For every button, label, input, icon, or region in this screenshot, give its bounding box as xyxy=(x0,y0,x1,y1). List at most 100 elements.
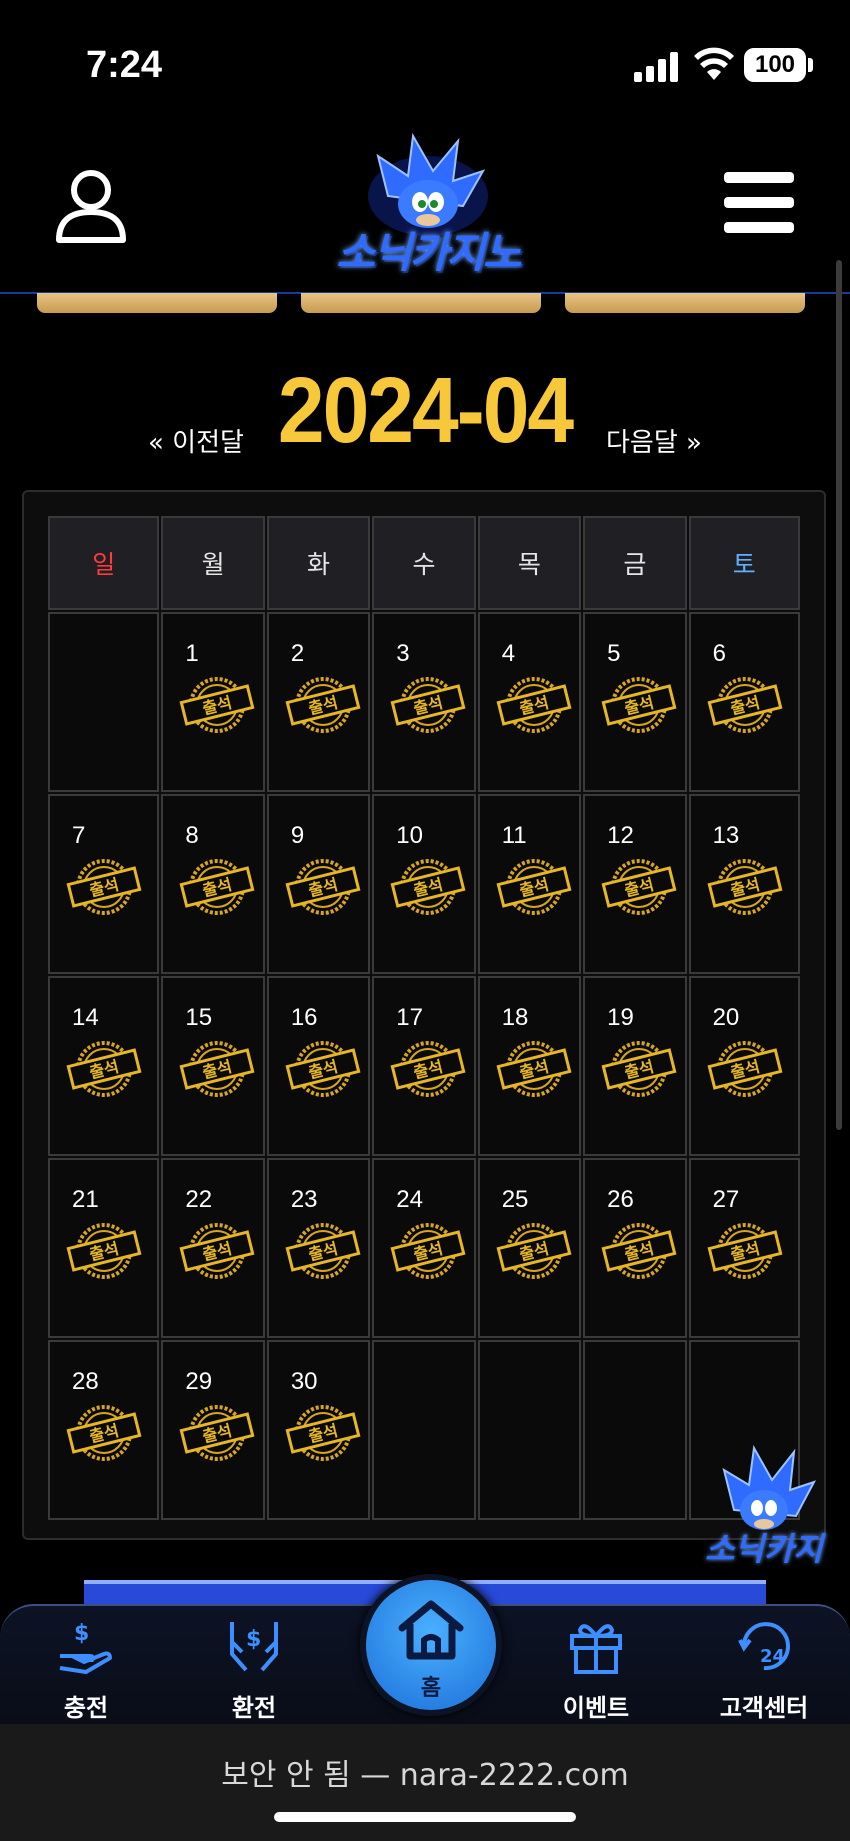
calendar-day-13[interactable]: 13 출석 xyxy=(688,794,800,974)
calendar-day-empty xyxy=(583,1340,687,1520)
calendar-day-29[interactable]: 29 출석 xyxy=(161,1340,265,1520)
calendar-day-8[interactable]: 8 출석 xyxy=(161,794,265,974)
calendar-week-row: 28 출석 29 출석 30 출석 xyxy=(48,1340,802,1520)
calendar-day-24[interactable]: 24 출석 xyxy=(372,1158,476,1338)
gift-icon xyxy=(570,1624,622,1674)
day-number: 11 xyxy=(501,822,527,849)
top-tab-1[interactable] xyxy=(37,293,277,313)
nav-home-button[interactable]: 홈 xyxy=(360,1574,502,1716)
calendar-day-11[interactable]: 11 출석 xyxy=(477,794,582,974)
calendar-day-2[interactable]: 2 출석 xyxy=(266,612,371,792)
attendance-stamp-icon: 출석 xyxy=(601,1223,677,1279)
calendar-day-23[interactable]: 23 출석 xyxy=(266,1158,371,1338)
calendar-day-30[interactable]: 30 출석 xyxy=(266,1340,371,1520)
calendar-day-16[interactable]: 16 출석 xyxy=(266,976,371,1156)
nav-deposit[interactable]: $ 충전 xyxy=(16,1606,156,1726)
attendance-stamp-icon: 출석 xyxy=(390,677,466,733)
calendar-week-row: 1 출석 2 출석 3 출석 4 출석 5 출석 6 출석 xyxy=(48,612,802,792)
attendance-stamp-icon: 출석 xyxy=(285,677,361,733)
attendance-stamp-icon: 출석 xyxy=(707,677,783,733)
calendar-day-18[interactable]: 18 출석 xyxy=(477,976,582,1156)
support-24-icon: 24 xyxy=(738,1622,790,1671)
day-number: 22 xyxy=(185,1186,213,1213)
logo-text: 소닉카지노 xyxy=(336,228,521,277)
attendance-stamp-icon: 출석 xyxy=(707,859,783,915)
nav-withdraw[interactable]: $ 환전 xyxy=(184,1606,324,1726)
deposit-hand-icon: $ xyxy=(59,1621,112,1674)
battery-icon: 100 xyxy=(744,48,806,82)
attendance-stamp-icon: 출석 xyxy=(285,1041,361,1097)
day-number: 13 xyxy=(712,822,740,849)
weekday-4: 목 xyxy=(477,516,582,610)
calendar-day-22[interactable]: 22 출석 xyxy=(161,1158,265,1338)
calendar-day-27[interactable]: 27 출석 xyxy=(688,1158,800,1338)
weekday-3: 수 xyxy=(372,516,476,610)
calendar-day-19[interactable]: 19 출석 xyxy=(583,976,687,1156)
calendar-day-7[interactable]: 7 출석 xyxy=(48,794,160,974)
calendar-day-6[interactable]: 6 출석 xyxy=(688,612,800,792)
day-number: 28 xyxy=(72,1368,99,1395)
day-number: 25 xyxy=(501,1186,529,1213)
calendar-day-9[interactable]: 9 출석 xyxy=(266,794,371,974)
url-text: 보안 안 됨 — nara-2222.com xyxy=(221,1758,629,1793)
calendar-day-20[interactable]: 20 출석 xyxy=(688,976,800,1156)
attendance-calendar: 일월화수목금토 1 출석 2 출석 3 출석 4 출석 5 출석 6 출석 7 … xyxy=(22,490,826,1540)
battery-nub xyxy=(808,58,813,72)
top-tab-2[interactable] xyxy=(301,293,541,313)
nav-event[interactable]: 이벤트 xyxy=(526,1606,666,1726)
floating-mascot[interactable]: 소닉카지 xyxy=(694,1440,834,1570)
calendar-day-4[interactable]: 4 출석 xyxy=(477,612,582,792)
wifi-icon xyxy=(694,47,734,80)
browser-address-bar[interactable]: 보안 안 됨 — nara-2222.com xyxy=(0,1724,850,1841)
attendance-stamp-icon: 출석 xyxy=(179,677,255,733)
calendar-day-1[interactable]: 1 출석 xyxy=(161,612,265,792)
mascot-logo-text: 소닉카지 xyxy=(705,1530,823,1568)
day-number: 2 xyxy=(290,640,305,667)
day-number: 10 xyxy=(396,822,423,849)
next-month-link[interactable]: 다음달 » xyxy=(606,422,702,459)
svg-text:24: 24 xyxy=(760,1646,785,1667)
nav-support[interactable]: 24 고객센터 xyxy=(694,1606,834,1726)
home-indicator xyxy=(274,1812,576,1822)
day-number: 14 xyxy=(72,1004,99,1031)
day-number: 18 xyxy=(501,1004,529,1031)
attendance-stamp-icon: 출석 xyxy=(601,1041,677,1097)
scrollbar[interactable] xyxy=(836,260,842,1130)
nav-label: 고객센터 xyxy=(719,1694,809,1722)
top-tab-3[interactable] xyxy=(565,293,805,313)
weekday-6: 토 xyxy=(688,516,800,610)
home-icon xyxy=(398,1600,464,1660)
attendance-stamp-icon: 출석 xyxy=(601,677,677,733)
month-navigation: « 이전달 2024-04 다음달 » xyxy=(0,358,850,462)
calendar-day-3[interactable]: 3 출석 xyxy=(372,612,476,792)
status-time: 7:24 xyxy=(86,44,163,86)
calendar-day-21[interactable]: 21 출석 xyxy=(48,1158,160,1338)
user-account-icon[interactable] xyxy=(54,168,128,244)
attendance-stamp-icon: 출석 xyxy=(496,677,572,733)
calendar-day-5[interactable]: 5 출석 xyxy=(583,612,687,792)
day-number: 7 xyxy=(72,822,86,849)
prev-month-link[interactable]: « 이전달 xyxy=(148,422,244,459)
calendar-day-28[interactable]: 28 출석 xyxy=(48,1340,160,1520)
calendar-day-10[interactable]: 10 출석 xyxy=(372,794,476,974)
calendar-day-15[interactable]: 15 출석 xyxy=(161,976,265,1156)
calendar-day-25[interactable]: 25 출석 xyxy=(477,1158,582,1338)
calendar-day-26[interactable]: 26 출석 xyxy=(583,1158,687,1338)
calendar-week-row: 7 출석 8 출석 9 출석 10 출석 11 출석 12 출석 13 출석 xyxy=(48,794,802,974)
attendance-stamp-icon: 출석 xyxy=(66,1041,142,1097)
day-number: 24 xyxy=(396,1186,423,1213)
day-number: 12 xyxy=(607,822,634,849)
calendar-day-12[interactable]: 12 출석 xyxy=(583,794,687,974)
day-number: 26 xyxy=(607,1186,634,1213)
attendance-stamp-icon: 출석 xyxy=(707,1223,783,1279)
month-title: 2024-04 xyxy=(277,358,574,462)
calendar-week-row: 21 출석 22 출석 23 출석 24 출석 25 출석 26 출석 27 출… xyxy=(48,1158,802,1338)
nav-label: 이벤트 xyxy=(562,1694,630,1722)
site-logo[interactable]: 소닉카지노 xyxy=(318,126,538,286)
attendance-stamp-icon: 출석 xyxy=(66,1405,142,1461)
day-number: 23 xyxy=(290,1186,318,1213)
day-number: 21 xyxy=(72,1186,99,1213)
calendar-day-14[interactable]: 14 출석 xyxy=(48,976,160,1156)
calendar-day-17[interactable]: 17 출석 xyxy=(372,976,476,1156)
hamburger-menu-icon[interactable] xyxy=(724,172,794,234)
